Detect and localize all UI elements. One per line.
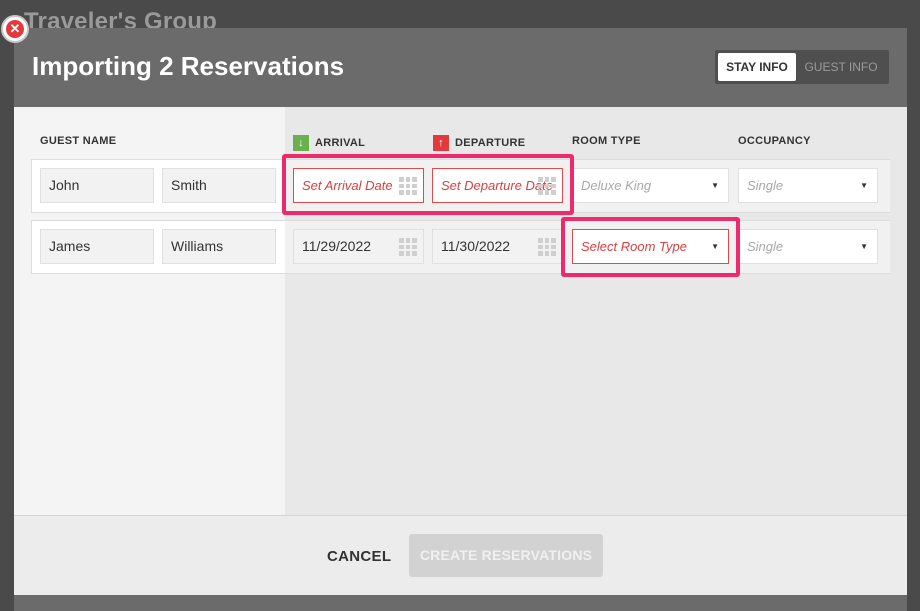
- missing-room-type-highlight: [561, 217, 740, 277]
- tab-stay-info[interactable]: STAY INFO: [718, 53, 796, 81]
- column-header-arrival: ↓ ARRIVAL: [293, 135, 365, 151]
- occupancy-value: Single: [747, 178, 784, 193]
- import-reservations-modal: Importing 2 Reservations STAY INFO GUEST…: [14, 28, 907, 595]
- calendar-grid-icon[interactable]: [538, 238, 556, 256]
- caret-down-icon: ▼: [860, 181, 868, 190]
- arrival-date-field[interactable]: 11/29/2022: [293, 229, 424, 264]
- column-header-arrival-label: ARRIVAL: [315, 137, 366, 149]
- modal-title: Importing 2 Reservations: [32, 51, 345, 81]
- room-type-value: Deluxe King: [581, 178, 652, 193]
- column-header-occupancy-label: OCCUPANCY: [738, 135, 811, 147]
- close-icon: ✕: [6, 20, 24, 38]
- occupancy-select[interactable]: Single ▼: [738, 229, 878, 264]
- departure-date-field[interactable]: 11/30/2022: [432, 229, 563, 264]
- arrival-date-value: 11/29/2022: [302, 238, 372, 254]
- modal-header: Importing 2 Reservations STAY INFO GUEST…: [14, 28, 907, 107]
- last-name-field[interactable]: Smith: [162, 168, 276, 203]
- first-name-field[interactable]: James: [40, 229, 154, 264]
- column-header-departure: ↑ DEPARTURE: [433, 135, 525, 151]
- info-tabs: STAY INFO GUEST INFO: [715, 50, 889, 84]
- cancel-button[interactable]: CANCEL: [327, 548, 391, 565]
- calendar-grid-icon[interactable]: [399, 238, 417, 256]
- column-header-guest-name: GUEST NAME: [40, 135, 116, 147]
- caret-down-icon: ▼: [860, 242, 868, 251]
- column-header-departure-label: DEPARTURE: [455, 137, 526, 149]
- occupancy-value: Single: [747, 239, 784, 254]
- tab-guest-info[interactable]: GUEST INFO: [796, 53, 886, 81]
- modal-footer: CANCEL CREATE RESERVATIONS: [14, 515, 907, 595]
- column-header-occupancy: OCCUPANCY: [738, 135, 811, 147]
- first-name-field[interactable]: John: [40, 168, 154, 203]
- missing-dates-highlight: [282, 154, 574, 215]
- arrow-down-icon: ↓: [293, 135, 309, 151]
- close-modal-button[interactable]: ✕: [1, 15, 29, 43]
- column-header-guest-name-label: GUEST NAME: [40, 135, 117, 147]
- occupancy-select[interactable]: Single ▼: [738, 168, 878, 203]
- create-reservations-button[interactable]: CREATE RESERVATIONS: [409, 534, 603, 577]
- departure-date-value: 11/30/2022: [441, 238, 511, 254]
- caret-down-icon: ▼: [711, 181, 719, 190]
- room-type-select[interactable]: Deluxe King ▼: [572, 168, 729, 203]
- column-header-room-type: ROOM TYPE: [572, 135, 641, 147]
- arrow-up-icon: ↑: [433, 135, 449, 151]
- column-header-room-type-label: ROOM TYPE: [572, 135, 641, 147]
- background-page-strip: [14, 595, 907, 611]
- last-name-field[interactable]: Williams: [162, 229, 276, 264]
